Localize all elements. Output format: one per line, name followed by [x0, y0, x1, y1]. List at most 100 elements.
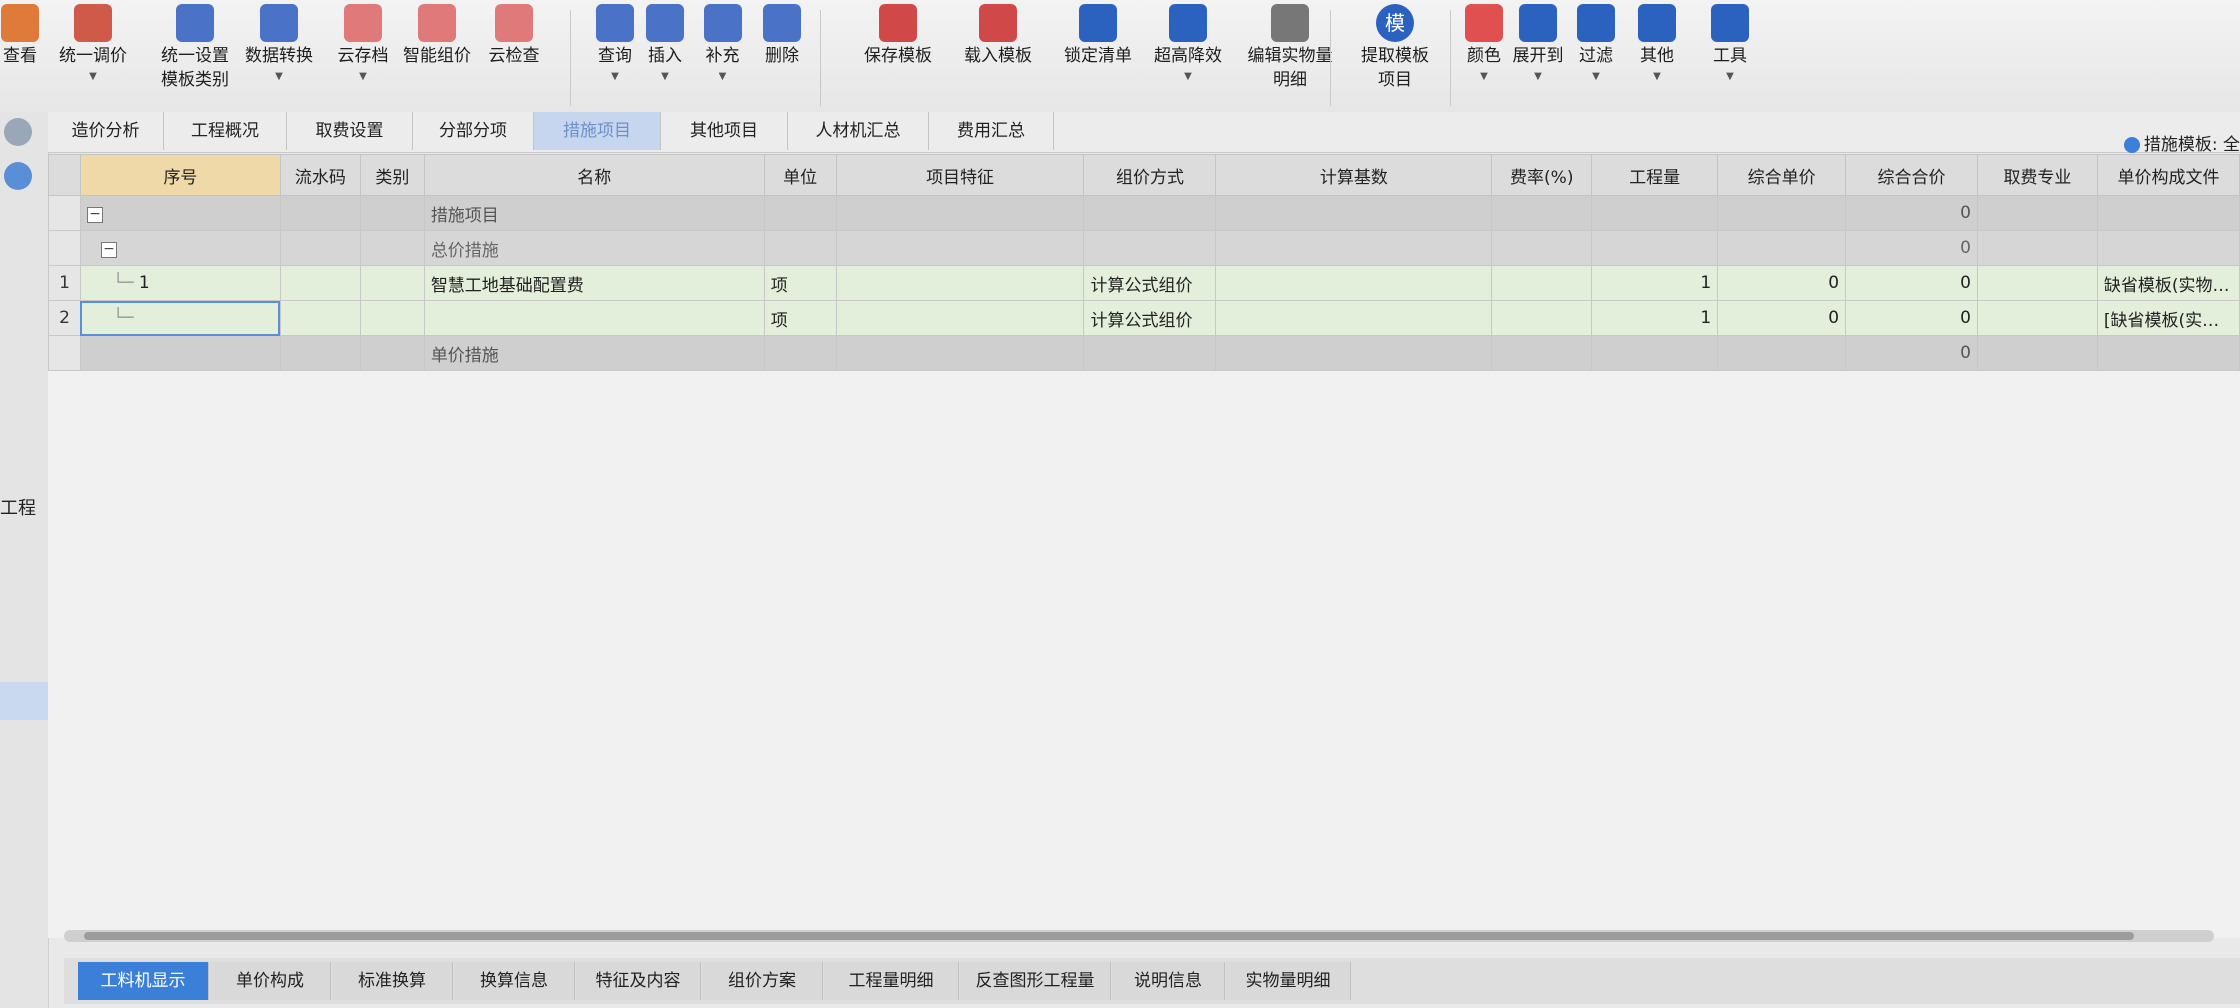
cloud-archive-button[interactable]: 云存档 ▼ — [328, 4, 398, 86]
bottom-tab-2[interactable]: 标准换算 — [332, 962, 453, 1000]
dropdown-arrow-icon[interactable]: ▼ — [44, 68, 142, 86]
fee-specialty-cell[interactable] — [1976, 335, 2098, 371]
rate-cell[interactable] — [1491, 335, 1593, 371]
seq-cell[interactable]: − — [79, 195, 281, 231]
table-row[interactable]: − 总价措施 0 — [48, 230, 2240, 266]
bottom-tab-9[interactable]: 实物量明细 — [1226, 962, 1351, 1000]
collapse-minus-icon[interactable]: − — [86, 207, 103, 223]
unit-cell[interactable] — [763, 195, 837, 231]
name-cell[interactable]: 智慧工地基础配置费 — [423, 265, 765, 301]
unified-settings-button[interactable]: 统一设置 模板类别 — [145, 4, 245, 92]
dropdown-arrow-icon[interactable]: ▼ — [1460, 68, 1508, 86]
quantity-cell[interactable] — [1591, 195, 1719, 231]
bottom-tab-1[interactable]: 单价构成 — [210, 962, 331, 1000]
column-header[interactable]: 计算基数 — [1215, 154, 1493, 196]
seq-cell[interactable] — [79, 335, 281, 371]
bottom-tab-3[interactable]: 换算信息 — [454, 962, 575, 1000]
calc-base-cell[interactable] — [1215, 195, 1493, 231]
bottom-tab-5[interactable]: 组价方案 — [702, 962, 823, 1000]
dropdown-arrow-icon[interactable]: ▼ — [590, 68, 640, 86]
unit-cell[interactable] — [763, 335, 837, 371]
collapse-minus-icon[interactable]: − — [100, 242, 117, 258]
name-cell[interactable]: 单价措施 — [423, 335, 765, 371]
column-header[interactable]: 单位 — [763, 154, 837, 196]
row-number-cell[interactable]: 1 — [48, 265, 81, 301]
column-header[interactable]: 名称 — [423, 154, 765, 196]
quantity-cell[interactable] — [1591, 335, 1719, 371]
tools-button[interactable]: 工具 ▼ — [1700, 4, 1760, 86]
name-cell[interactable]: 措施项目 — [423, 195, 765, 231]
category-cell[interactable] — [359, 300, 425, 336]
rate-cell[interactable] — [1491, 230, 1593, 266]
insert-button[interactable]: 插入 ▼ — [640, 4, 690, 86]
pricing-method-cell[interactable] — [1083, 195, 1217, 231]
calc-base-cell[interactable] — [1215, 335, 1493, 371]
cloud-check-button[interactable]: 云检查 — [478, 4, 550, 68]
dropdown-arrow-icon[interactable]: ▼ — [328, 68, 398, 86]
table-row[interactable]: − 措施项目 0 — [48, 195, 2240, 231]
total-price-cell[interactable]: 0 — [1845, 335, 1978, 371]
dropdown-arrow-icon[interactable]: ▼ — [1508, 68, 1568, 86]
color-button[interactable]: 颜色 ▼ — [1460, 4, 1508, 86]
expand-to-button[interactable]: 展开到 ▼ — [1508, 4, 1568, 86]
total-price-cell[interactable]: 0 — [1845, 265, 1978, 301]
scrollbar-thumb[interactable] — [84, 932, 2134, 940]
pricing-method-cell[interactable]: 计算公式组价 — [1083, 300, 1217, 336]
calc-base-cell[interactable] — [1215, 265, 1493, 301]
column-header[interactable]: 综合合价 — [1845, 154, 1978, 196]
fee-specialty-cell[interactable] — [1976, 300, 2098, 336]
price-file-cell[interactable] — [2096, 230, 2240, 266]
dropdown-arrow-icon[interactable]: ▼ — [1140, 68, 1236, 86]
seq-cell[interactable]: └─ — [79, 300, 281, 336]
column-header[interactable]: 工程量 — [1591, 154, 1719, 196]
price-file-cell[interactable] — [2096, 335, 2240, 371]
feature-cell[interactable] — [835, 335, 1085, 371]
dropdown-arrow-icon[interactable]: ▼ — [1572, 68, 1620, 86]
fee-specialty-cell[interactable] — [1976, 195, 2098, 231]
category-cell[interactable] — [359, 265, 425, 301]
feature-cell[interactable] — [835, 230, 1085, 266]
unit-price-cell[interactable]: 0 — [1717, 265, 1847, 301]
quantity-cell[interactable]: 1 — [1591, 265, 1719, 301]
row-number-cell[interactable] — [48, 195, 81, 231]
name-cell[interactable]: 总价措施 — [423, 230, 765, 266]
quantity-cell[interactable]: 1 — [1591, 300, 1719, 336]
bottom-tab-6[interactable]: 工程量明细 — [824, 962, 959, 1000]
smart-pricing-button[interactable]: 智能组价 — [398, 4, 476, 68]
tab-2[interactable]: 取费设置 — [287, 112, 413, 150]
filter-button[interactable]: 过滤 ▼ — [1572, 4, 1620, 86]
price-file-cell[interactable]: [缺省模板(实… — [2096, 300, 2240, 336]
rate-cell[interactable] — [1491, 195, 1593, 231]
serial-code-cell[interactable] — [279, 335, 361, 371]
tab-6[interactable]: 人材机汇总 — [788, 112, 929, 150]
column-header[interactable]: 序号 — [79, 154, 281, 196]
feature-cell[interactable] — [835, 265, 1085, 301]
delete-button[interactable]: 删除 — [757, 4, 807, 68]
calc-base-cell[interactable] — [1215, 230, 1493, 266]
collapse-up-icon[interactable] — [4, 118, 32, 146]
data-convert-button[interactable]: 数据转换 ▼ — [235, 4, 323, 86]
column-header[interactable]: 取费专业 — [1976, 154, 2098, 196]
table-row[interactable]: 1 └─ 1 智慧工地基础配置费项计算公式组价 1 0 0 缺省模板(实物… — [48, 265, 2240, 301]
name-cell[interactable] — [423, 300, 765, 336]
price-file-cell[interactable] — [2096, 195, 2240, 231]
column-header[interactable]: 综合单价 — [1717, 154, 1847, 196]
rate-cell[interactable] — [1491, 300, 1593, 336]
high-rise-efficiency-button[interactable]: 超高降效 ▼ — [1140, 4, 1236, 86]
serial-code-cell[interactable] — [279, 195, 361, 231]
seq-cell[interactable]: └─ 1 — [79, 265, 281, 301]
tab-1[interactable]: 工程概况 — [164, 112, 287, 150]
row-number-cell[interactable]: 2 — [48, 300, 81, 336]
unit-price-cell[interactable] — [1717, 195, 1847, 231]
column-header[interactable]: 单价构成文件 — [2096, 154, 2240, 196]
extract-template-button[interactable]: 模提取模板 项目 — [1340, 4, 1450, 92]
unit-price-cell[interactable] — [1717, 335, 1847, 371]
unit-cell[interactable]: 项 — [763, 300, 837, 336]
seq-cell[interactable]: − — [79, 230, 281, 266]
column-header[interactable]: 类别 — [359, 154, 425, 196]
collapse-down-icon[interactable] — [4, 162, 32, 190]
project-tree-label[interactable]: 工程 — [0, 494, 36, 520]
tab-4[interactable]: 措施项目 — [534, 112, 661, 150]
row-number-cell[interactable] — [48, 230, 81, 266]
fee-specialty-cell[interactable] — [1976, 265, 2098, 301]
